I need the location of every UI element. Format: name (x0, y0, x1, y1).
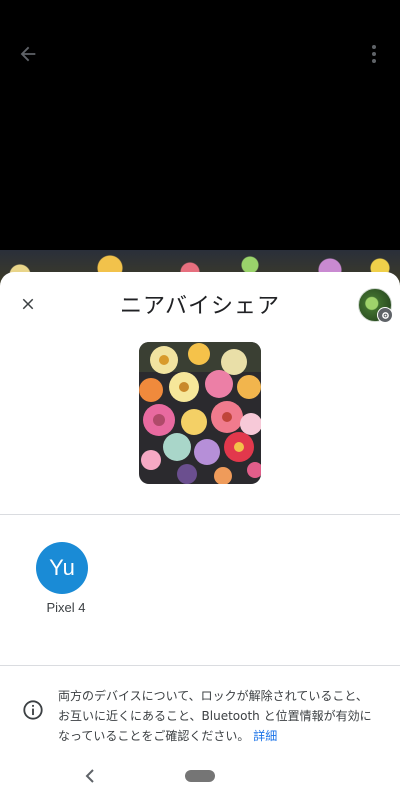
info-icon (23, 700, 43, 720)
sheet-header: ニアバイシェア (0, 272, 400, 338)
system-navigation-bar (0, 752, 400, 800)
sheet-title: ニアバイシェア (119, 294, 281, 319)
screen: ニアバイシェア Yu Pixel 4 両方のデバイスについて、ロックが解除されて… (0, 0, 400, 800)
divider (0, 514, 400, 515)
gear-icon (377, 307, 393, 323)
more-options-button[interactable] (362, 40, 386, 68)
photo-viewer-toolbar (0, 0, 400, 250)
device-name: Pixel 4 (46, 600, 86, 615)
nearby-share-sheet: ニアバイシェア Yu Pixel 4 両方のデバイスについて、ロックが解除されて… (0, 272, 400, 800)
details-link[interactable]: 詳細 (253, 729, 277, 743)
shared-photo-thumbnail (139, 342, 261, 484)
account-avatar[interactable] (358, 288, 393, 323)
home-pill-icon[interactable] (185, 770, 215, 782)
arrow-left-icon (20, 46, 36, 62)
back-button[interactable] (14, 40, 42, 68)
nav-back-icon (85, 769, 94, 783)
flower-bouquet-thumbnail (139, 342, 261, 484)
info-row: 両方のデバイスについて、ロックが解除されていること、お互いに近くにあること、Bl… (0, 680, 400, 750)
device-pixel-4[interactable]: Yu Pixel 4 (34, 542, 90, 615)
info-message: 両方のデバイスについて、ロックが解除されていること、お互いに近くにあること、Bl… (58, 689, 372, 743)
device-avatar: Yu (36, 542, 88, 594)
divider (0, 665, 400, 666)
info-text: 両方のデバイスについて、ロックが解除されていること、お互いに近くにあること、Bl… (58, 686, 378, 746)
nav-back-button[interactable] (80, 764, 100, 788)
more-vert-icon (372, 45, 376, 63)
